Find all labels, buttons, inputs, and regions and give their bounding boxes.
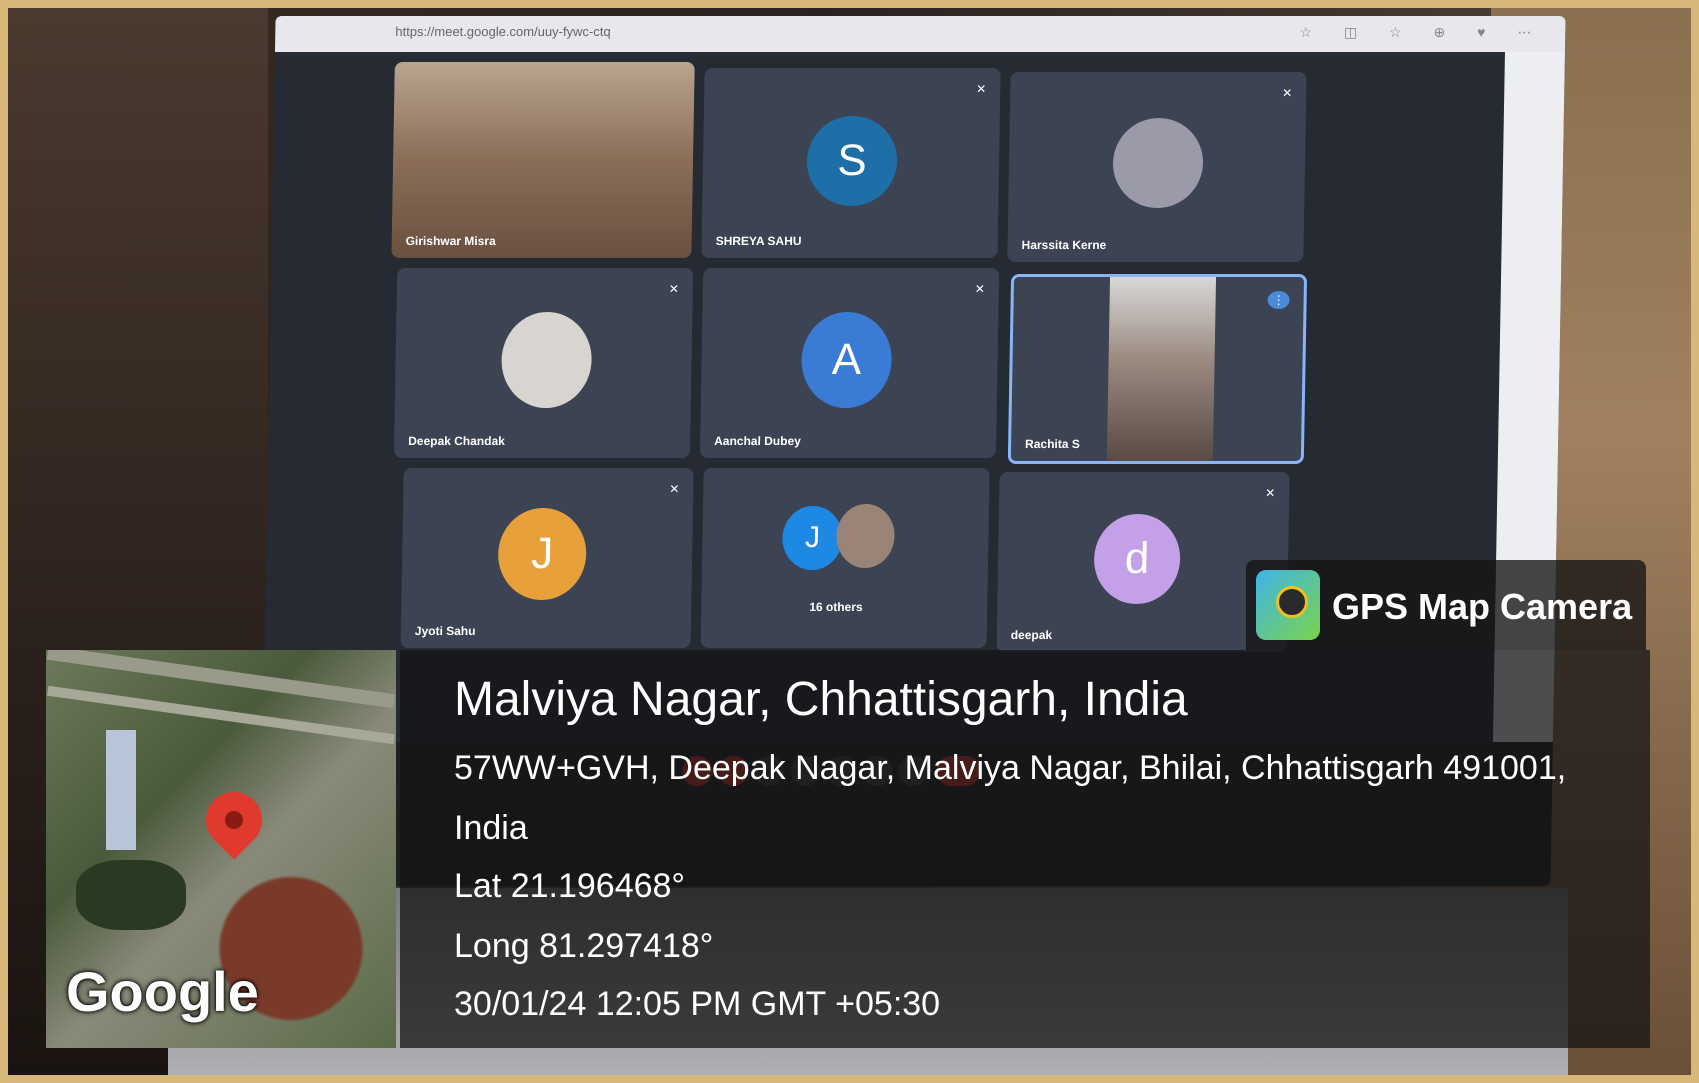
participant-tile-group[interactable]: J 16 others	[700, 468, 990, 648]
location-pin-icon	[194, 780, 274, 860]
browser-toolbar: https://meet.google.com/uuy-fywc-ctq ☆ ◫…	[274, 16, 1566, 52]
participant-name: Jyoti Sahu	[414, 624, 476, 638]
address: 57WW+GVH, Deepak Nagar, Malviya Nagar, B…	[454, 749, 1567, 847]
participant-video	[391, 62, 695, 258]
participant-video	[1106, 277, 1217, 461]
avatar: J	[781, 506, 844, 570]
address-bar[interactable]: https://meet.google.com/uuy-fywc-ctq	[395, 24, 611, 39]
participant-name: deepak	[1010, 628, 1053, 642]
mic-off-icon: ✕	[1265, 486, 1276, 500]
mic-off-icon: ✕	[669, 482, 680, 496]
map-trees	[76, 860, 186, 930]
gps-camera-title: GPS Map Camera	[1332, 586, 1633, 627]
participant-tile[interactable]: ✕ S SHREYA SAHU	[701, 68, 1001, 258]
avatar	[1112, 118, 1204, 208]
participant-tile[interactable]: ✕ J Jyoti Sahu	[400, 468, 694, 648]
timestamp: 30/01/24 12:05 PM GMT +05:30	[454, 985, 941, 1023]
gps-camera-icon	[1256, 570, 1320, 640]
avatar	[835, 504, 896, 568]
participant-tile[interactable]: ✕ A Aanchal Dubey	[699, 268, 1000, 458]
longitude: Long 81.297418°	[454, 927, 714, 965]
participant-tile[interactable]: Girishwar Misra	[391, 62, 695, 258]
map-logo: Google	[66, 960, 259, 1023]
mic-off-icon: ✕	[1282, 86, 1293, 100]
latitude: Lat 21.196468°	[454, 867, 686, 905]
speaking-indicator-icon: ⋮	[1267, 291, 1290, 309]
browser-extension-icons[interactable]: ☆ ◫ ☆ ⊕ ♥ ⋯	[1299, 24, 1545, 41]
place-title: Malviya Nagar, Chhattisgarh, India	[454, 673, 1188, 726]
avatar	[500, 312, 593, 408]
avatar: A	[800, 312, 893, 408]
participant-tile-speaking[interactable]: ⋮ Rachita S	[1007, 274, 1308, 464]
participant-name: Aanchal Dubey	[714, 434, 801, 448]
participant-name: Deepak Chandak	[408, 434, 505, 448]
mic-off-icon: ✕	[668, 282, 679, 296]
location-info-panel: Malviya Nagar, Chhattisgarh, India 57WW+…	[400, 650, 1650, 1048]
map-building	[106, 730, 136, 850]
avatar: J	[497, 508, 588, 600]
participant-name: Girishwar Misra	[405, 234, 496, 248]
participant-name: 16 others	[809, 600, 863, 614]
avatar: d	[1093, 514, 1181, 604]
mic-off-icon: ✕	[974, 282, 985, 296]
avatar: S	[806, 116, 898, 206]
participant-name: Harssita Kerne	[1021, 238, 1107, 252]
participant-name: SHREYA SAHU	[715, 234, 802, 248]
gps-camera-badge: GPS Map Camera	[1246, 560, 1646, 650]
participant-tile[interactable]: ✕ Deepak Chandak	[393, 268, 694, 458]
participant-tile[interactable]: ✕ Harssita Kerne	[1007, 72, 1307, 262]
mic-off-icon: ✕	[976, 82, 987, 96]
map-thumbnail: Google	[46, 650, 396, 1048]
participant-name: Rachita S	[1025, 437, 1080, 451]
